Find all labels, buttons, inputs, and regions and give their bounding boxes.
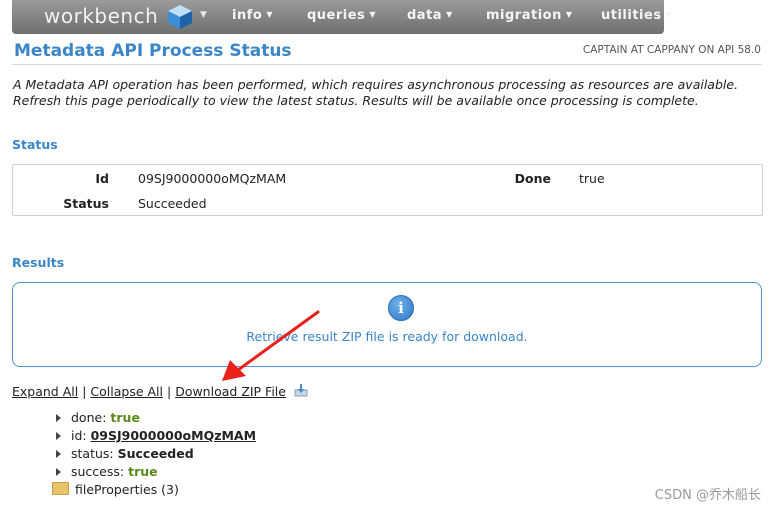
folder-icon	[52, 482, 69, 495]
tree-item-id[interactable]: id: 09SJ9000000oMQzMAM	[56, 428, 256, 443]
info-icon: i	[388, 295, 414, 321]
done-value: true	[579, 171, 605, 186]
status-value: Succeeded	[138, 196, 207, 211]
status-heading: Status	[12, 137, 58, 152]
chevron-down-icon: ▼	[446, 10, 453, 19]
collapse-all-link[interactable]: Collapse All	[90, 384, 163, 399]
tree-arrow-icon	[56, 450, 61, 458]
watermark: CSDN @乔木船长	[654, 488, 761, 503]
tree-arrow-icon	[56, 414, 61, 422]
cube-logo-icon[interactable]	[167, 4, 193, 30]
status-table: Id 09SJ9000000oMQzMAM Done true Status S…	[12, 164, 763, 216]
id-link[interactable]: 09SJ9000000oMQzMAM	[91, 428, 256, 443]
link-separator: |	[82, 384, 87, 399]
info-message: Retrieve result ZIP file is ready for do…	[246, 329, 528, 344]
tree-arrow-icon	[56, 468, 61, 476]
download-icon[interactable]	[294, 383, 308, 397]
workbench-logo-text[interactable]: workbench	[44, 4, 158, 28]
nav-menu-utilities[interactable]: utilities ▼	[601, 8, 672, 23]
tree-actions: Expand All | Collapse All | Download ZIP…	[12, 383, 308, 399]
tree-item-file-properties[interactable]: fileProperties (3)	[52, 482, 179, 497]
chevron-down-icon: ▼	[565, 10, 573, 19]
status-label: Status	[63, 196, 109, 211]
tree-item-done[interactable]: done: true	[56, 410, 140, 425]
page-title: Metadata API Process Status	[14, 41, 292, 61]
nav-menu-migration[interactable]: migration ▼	[486, 8, 573, 23]
id-value: 09SJ9000000oMQzMAM	[138, 171, 287, 186]
nav-menu-queries[interactable]: queries ▼	[307, 8, 376, 23]
logo-caret-icon[interactable]: ▼	[200, 10, 207, 20]
download-zip-link[interactable]: Download ZIP File	[175, 384, 286, 399]
tree-item-success[interactable]: success: true	[56, 464, 158, 479]
link-separator: |	[166, 384, 172, 399]
nav-menu-info[interactable]: info ▼	[232, 8, 273, 23]
header-divider	[12, 64, 762, 65]
chevron-down-icon: ▼	[665, 10, 673, 19]
results-info-box: i Retrieve result ZIP file is ready for …	[12, 282, 762, 367]
user-info: CAPTAIN AT CAPPANY ON API 58.0	[582, 44, 761, 56]
chevron-down-icon: ▼	[266, 10, 273, 19]
tree-item-status[interactable]: status: Succeeded	[56, 446, 194, 461]
chevron-down-icon: ▼	[369, 10, 376, 19]
done-label: Done	[514, 171, 551, 186]
id-label: Id	[95, 171, 109, 186]
results-heading: Results	[12, 255, 65, 270]
top-navbar: workbench ▼ info ▼ queries ▼ data ▼ migrati…	[12, 0, 672, 34]
intro-text: A Metadata API operation has been perfor…	[13, 77, 739, 108]
tree-arrow-icon	[56, 432, 61, 440]
expand-all-link[interactable]: Expand All	[12, 384, 78, 399]
nav-menu-data[interactable]: data ▼	[407, 8, 453, 23]
